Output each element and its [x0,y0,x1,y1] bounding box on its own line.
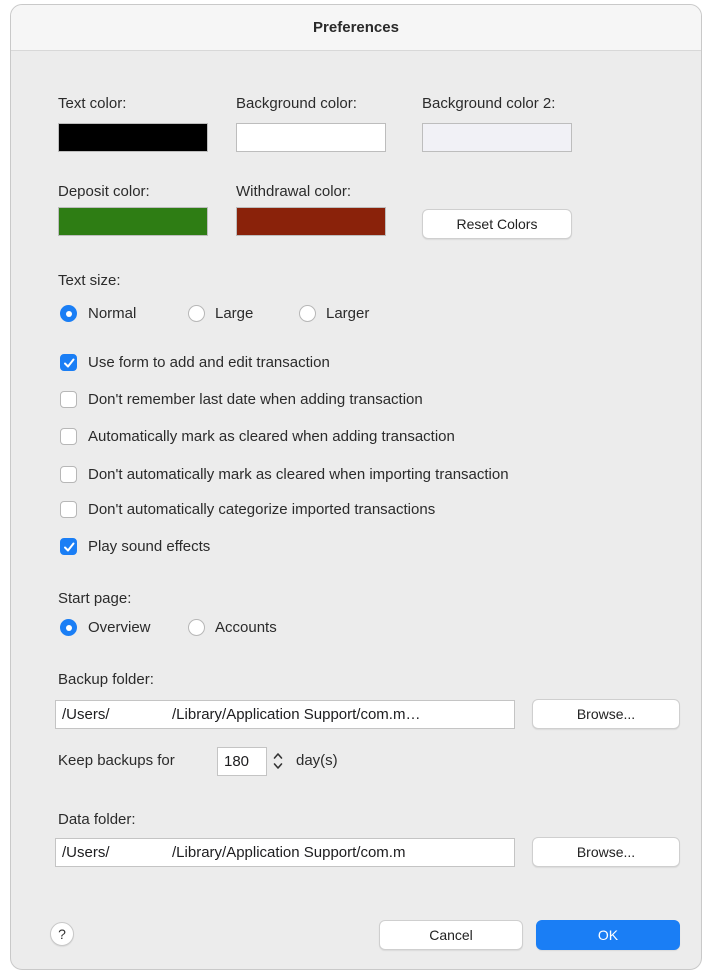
start-page-accounts-radio[interactable] [188,619,205,636]
dont-auto-categorize-label: Don't automatically categorize imported … [88,501,436,518]
backup-folder-label: Backup folder: [58,671,154,688]
reset-colors-button[interactable]: Reset Colors [422,209,572,239]
use-form-checkbox[interactable] [60,354,77,371]
start-page-label: Start page: [58,590,132,607]
background-color-2-swatch[interactable] [422,123,572,152]
background-color-2-label: Background color 2: [422,95,556,112]
dont-remember-date-label: Don't remember last date when adding tra… [88,391,423,408]
keep-backups-label: Keep backups for [58,752,175,769]
checkmark-icon [64,542,75,552]
data-folder-label: Data folder: [58,811,136,828]
keep-backups-stepper[interactable] [271,748,285,774]
dont-auto-mark-cleared-label: Don't automatically mark as cleared when… [88,466,509,483]
keep-backups-value: 180 [224,753,250,770]
data-browse-button[interactable]: Browse... [532,837,680,867]
auto-mark-cleared-label: Automatically mark as cleared when addin… [88,428,455,445]
dont-auto-mark-cleared-checkbox[interactable] [60,466,77,483]
backup-folder-path-field[interactable]: /Users/ /Library/Application Support/com… [55,700,515,729]
keep-backups-unit: day(s) [296,752,338,769]
deposit-color-swatch[interactable] [58,207,208,236]
title-bar: Preferences [11,5,701,51]
text-size-large-radio[interactable] [188,305,205,322]
backup-browse-button[interactable]: Browse... [532,699,680,729]
keep-backups-field[interactable]: 180 [217,747,267,776]
start-page-overview-radio[interactable] [60,619,77,636]
cancel-button[interactable]: Cancel [379,920,523,950]
data-folder-path-field[interactable]: /Users/ /Library/Application Support/com… [55,838,515,867]
withdrawal-color-label: Withdrawal color: [236,183,352,200]
backup-folder-path: /Users/ /Library/Application Support/com… [62,706,421,723]
start-page-accounts-label: Accounts [215,619,277,636]
text-size-normal-label: Normal [88,305,137,322]
text-size-larger-label: Larger [326,305,370,322]
text-color-label: Text color: [58,95,127,112]
window-title: Preferences [313,19,399,36]
help-icon: ? [58,926,66,942]
start-page-overview-label: Overview [88,619,151,636]
text-color-swatch[interactable] [58,123,208,152]
auto-mark-cleared-checkbox[interactable] [60,428,77,445]
dont-remember-date-checkbox[interactable] [60,391,77,408]
help-button[interactable]: ? [50,922,74,946]
text-size-larger-radio[interactable] [299,305,316,322]
withdrawal-color-swatch[interactable] [236,207,386,236]
text-size-label: Text size: [58,272,121,289]
background-color-swatch[interactable] [236,123,386,152]
preferences-window: Preferences Text color: Background color… [10,4,702,970]
checkmark-icon [64,358,75,368]
stepper-arrows-icon [273,753,283,769]
text-size-large-label: Large [215,305,254,322]
ok-button[interactable]: OK [536,920,680,950]
deposit-color-label: Deposit color: [58,183,150,200]
play-sound-label: Play sound effects [88,538,211,555]
background-color-label: Background color: [236,95,357,112]
dont-auto-categorize-checkbox[interactable] [60,501,77,518]
use-form-label: Use form to add and edit transaction [88,354,330,371]
text-size-normal-radio[interactable] [60,305,77,322]
data-folder-path: /Users/ /Library/Application Support/com… [62,844,406,861]
play-sound-checkbox[interactable] [60,538,77,555]
